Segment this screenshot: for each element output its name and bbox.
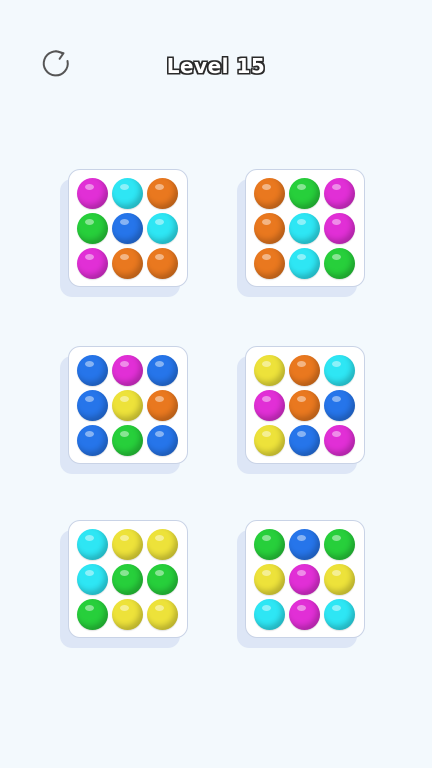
level-title: Level 15 <box>166 54 266 78</box>
cyan-ball[interactable] <box>77 529 108 560</box>
magenta-ball[interactable] <box>324 178 355 209</box>
cyan-ball[interactable] <box>289 213 320 244</box>
green-ball[interactable] <box>324 248 355 279</box>
blue-ball[interactable] <box>112 213 143 244</box>
yellow-ball[interactable] <box>112 599 143 630</box>
orange-ball[interactable] <box>147 248 178 279</box>
blue-ball[interactable] <box>77 425 108 456</box>
orange-ball[interactable] <box>254 178 285 209</box>
blue-ball[interactable] <box>289 529 320 560</box>
cyan-ball[interactable] <box>112 178 143 209</box>
green-ball[interactable] <box>147 564 178 595</box>
tray-6[interactable] <box>245 520 365 638</box>
magenta-ball[interactable] <box>324 213 355 244</box>
tray-1[interactable] <box>68 169 188 287</box>
yellow-ball[interactable] <box>147 599 178 630</box>
orange-ball[interactable] <box>112 248 143 279</box>
yellow-ball[interactable] <box>254 355 285 386</box>
magenta-ball[interactable] <box>254 390 285 421</box>
cyan-ball[interactable] <box>77 564 108 595</box>
magenta-ball[interactable] <box>77 178 108 209</box>
magenta-ball[interactable] <box>289 599 320 630</box>
blue-ball[interactable] <box>77 355 108 386</box>
blue-ball[interactable] <box>147 425 178 456</box>
yellow-ball[interactable] <box>254 425 285 456</box>
blue-ball[interactable] <box>147 355 178 386</box>
orange-ball[interactable] <box>254 213 285 244</box>
magenta-ball[interactable] <box>77 248 108 279</box>
green-ball[interactable] <box>112 425 143 456</box>
green-ball[interactable] <box>77 213 108 244</box>
cyan-ball[interactable] <box>324 599 355 630</box>
green-ball[interactable] <box>254 529 285 560</box>
tray-3[interactable] <box>68 346 188 464</box>
tray-5[interactable] <box>68 520 188 638</box>
cyan-ball[interactable] <box>324 355 355 386</box>
green-ball[interactable] <box>112 564 143 595</box>
tray-4[interactable] <box>245 346 365 464</box>
cyan-ball[interactable] <box>147 213 178 244</box>
cyan-ball[interactable] <box>289 248 320 279</box>
yellow-ball[interactable] <box>254 564 285 595</box>
orange-ball[interactable] <box>289 390 320 421</box>
yellow-ball[interactable] <box>147 529 178 560</box>
yellow-ball[interactable] <box>112 529 143 560</box>
green-ball[interactable] <box>289 178 320 209</box>
yellow-ball[interactable] <box>112 390 143 421</box>
green-ball[interactable] <box>324 529 355 560</box>
orange-ball[interactable] <box>254 248 285 279</box>
blue-ball[interactable] <box>77 390 108 421</box>
tray-2[interactable] <box>245 169 365 287</box>
blue-ball[interactable] <box>289 425 320 456</box>
orange-ball[interactable] <box>147 390 178 421</box>
magenta-ball[interactable] <box>289 564 320 595</box>
yellow-ball[interactable] <box>324 564 355 595</box>
orange-ball[interactable] <box>147 178 178 209</box>
magenta-ball[interactable] <box>324 425 355 456</box>
magenta-ball[interactable] <box>112 355 143 386</box>
blue-ball[interactable] <box>324 390 355 421</box>
green-ball[interactable] <box>77 599 108 630</box>
orange-ball[interactable] <box>289 355 320 386</box>
cyan-ball[interactable] <box>254 599 285 630</box>
